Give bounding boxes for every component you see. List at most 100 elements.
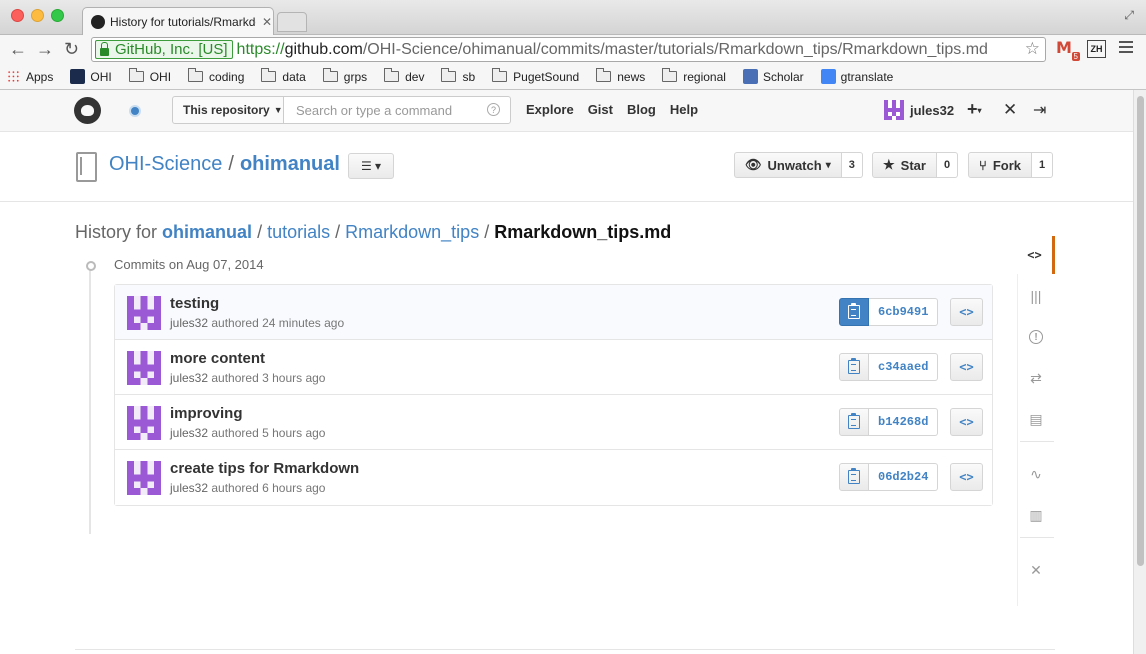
search-scope-button[interactable]: This repository ▼ <box>172 96 284 124</box>
copy-sha-button[interactable] <box>839 408 869 436</box>
fullscreen-icon[interactable]: ⤢ <box>1124 8 1134 23</box>
zh-extension-icon[interactable]: ZH <box>1087 40 1106 58</box>
author-avatar[interactable] <box>127 406 161 440</box>
nav-link-explore[interactable]: Explore <box>526 102 574 117</box>
columns-icon[interactable]: ||| <box>1017 277 1055 315</box>
star-button[interactable]: ★ Star <box>872 152 937 178</box>
bookmark-item[interactable]: PugetSound <box>492 68 579 84</box>
clipboard-icon <box>848 358 860 374</box>
repo-name-link[interactable]: ohimanual <box>240 153 340 175</box>
nav-link-gist[interactable]: Gist <box>588 102 613 117</box>
author-avatar[interactable] <box>127 461 161 495</box>
commit-author-link[interactable]: jules32 <box>170 316 208 330</box>
search-input[interactable]: Search or type a command ? <box>283 96 511 124</box>
browse-code-button[interactable]: <> <box>950 408 983 436</box>
folder-icon <box>261 68 277 82</box>
bookmark-item[interactable]: gtranslate <box>820 69 893 84</box>
gmail-extension-icon[interactable]: M 5 <box>1056 40 1080 61</box>
commit-message-link[interactable]: more content <box>170 350 265 367</box>
pull-request-icon[interactable]: ⇄ <box>1017 359 1055 397</box>
repo-owner-link[interactable]: OHI-Science <box>109 153 222 175</box>
minimize-window-button[interactable] <box>31 9 44 22</box>
unwatch-count[interactable]: 3 <box>841 152 863 178</box>
commit-sha-group: b14268d <box>839 408 939 436</box>
notifications-indicator-icon[interactable] <box>131 107 139 115</box>
forward-arrow-icon[interactable]: → <box>36 39 54 59</box>
commit-sha-link[interactable]: 6cb9491 <box>869 298 939 326</box>
bookmark-item[interactable]: news <box>596 68 645 84</box>
user-menu[interactable]: jules32 <box>884 100 954 120</box>
copy-sha-button[interactable] <box>839 353 869 381</box>
author-avatar[interactable] <box>127 296 161 330</box>
page-scrollbar[interactable] <box>1133 90 1146 654</box>
commit-author-link[interactable]: jules32 <box>170 426 208 440</box>
breadcrumb-subfolder-link[interactable]: Rmarkdown_tips <box>345 222 479 242</box>
ev-certificate-badge[interactable]: GitHub, Inc. [US] <box>95 40 233 59</box>
github-favicon-icon <box>91 14 105 29</box>
create-new-button[interactable]: +▾ <box>967 99 982 120</box>
browse-code-button[interactable]: <> <box>950 353 983 381</box>
settings-tools-icon[interactable]: ✕ <box>1003 100 1017 120</box>
bookmark-star-icon[interactable]: ☆ <box>1025 39 1040 59</box>
close-window-button[interactable] <box>11 9 24 22</box>
browse-code-button[interactable]: <> <box>950 463 983 491</box>
tools-icon[interactable]: ✕ <box>1017 551 1055 589</box>
reload-icon[interactable]: ↻ <box>64 39 79 59</box>
username: jules32 <box>910 102 955 118</box>
commit-message-link[interactable]: improving <box>170 405 243 422</box>
nav-link-blog[interactable]: Blog <box>627 102 656 117</box>
fork-button[interactable]: ⑂ Fork <box>968 152 1032 178</box>
bookmark-item[interactable]: grps <box>322 68 367 84</box>
commit-message-link[interactable]: testing <box>170 295 219 312</box>
bookmark-item[interactable]: Scholar <box>742 69 804 84</box>
back-arrow-icon[interactable]: ← <box>9 39 27 59</box>
issues-icon[interactable]: ! <box>1029 330 1043 344</box>
bookmark-item[interactable]: sb <box>441 68 475 84</box>
browse-code-button[interactable]: <> <box>950 298 983 326</box>
commit-author-link[interactable]: jules32 <box>170 481 208 495</box>
url-path: /OHI-Science/ohimanual/commits/master/tu… <box>362 40 988 58</box>
fork-count[interactable]: 1 <box>1031 152 1054 178</box>
sign-out-icon[interactable]: ⇥ <box>1033 100 1046 120</box>
breadcrumb-folder-link[interactable]: tutorials <box>267 222 330 242</box>
help-question-icon[interactable]: ? <box>487 103 500 116</box>
zoom-window-button[interactable] <box>51 9 64 22</box>
bookmark-item[interactable]: regional <box>662 68 726 84</box>
commit-sha-link[interactable]: 06d2b24 <box>869 463 939 491</box>
repo-list-menu-button[interactable]: ☰ ▾ <box>348 153 394 179</box>
pulse-icon[interactable]: ∿ <box>1017 455 1055 493</box>
bookmark-item[interactable]: data <box>261 68 306 84</box>
browser-tab-active[interactable]: History for tutorials/Rmarkdown_tips/Rma… <box>82 7 274 35</box>
commit-message-link[interactable]: create tips for Rmarkdown <box>170 460 359 477</box>
fork-label: Fork <box>992 157 1021 173</box>
book-icon[interactable]: ▤ <box>1017 400 1055 438</box>
bookmark-item[interactable]: coding <box>188 68 244 84</box>
bookmark-item[interactable]: OHI <box>70 69 112 84</box>
bookmark-item[interactable]: OHI <box>128 68 171 84</box>
commit-author-link[interactable]: jules32 <box>170 371 208 385</box>
commit-sha-link[interactable]: c34aaed <box>869 353 939 381</box>
copy-sha-button[interactable] <box>839 298 869 326</box>
bookmark-item[interactable]: Apps <box>7 70 53 84</box>
repo-book-icon <box>76 152 97 182</box>
bookmark-item[interactable]: dev <box>384 68 424 84</box>
scrollbar-thumb[interactable] <box>1137 96 1144 566</box>
author-avatar[interactable] <box>127 351 161 385</box>
github-octocat-icon[interactable] <box>74 97 101 124</box>
commit-sha-link[interactable]: b14268d <box>869 408 939 436</box>
star-count[interactable]: 0 <box>936 152 959 178</box>
tab-close-icon[interactable]: ✕ <box>262 15 272 29</box>
url-text[interactable]: https://github.com/OHI-Science/ohimanual… <box>237 41 988 59</box>
new-tab-button[interactable] <box>277 12 307 32</box>
chrome-menu-icon[interactable] <box>1119 41 1133 56</box>
unwatch-button[interactable]: 👁 Unwatch ▾ <box>734 152 842 178</box>
graph-icon[interactable]: ▥ <box>1017 496 1055 534</box>
nav-link-help[interactable]: Help <box>670 102 698 117</box>
bookmark-label: Scholar <box>762 69 804 84</box>
code-icon[interactable]: <> <box>1017 236 1055 274</box>
ohi-logo-icon <box>70 69 86 84</box>
folder-icon <box>384 68 400 82</box>
copy-sha-button[interactable] <box>839 463 869 491</box>
address-bar[interactable]: GitHub, Inc. [US] https://github.com/OHI… <box>91 37 1046 62</box>
breadcrumb-repo-link[interactable]: ohimanual <box>162 222 252 242</box>
